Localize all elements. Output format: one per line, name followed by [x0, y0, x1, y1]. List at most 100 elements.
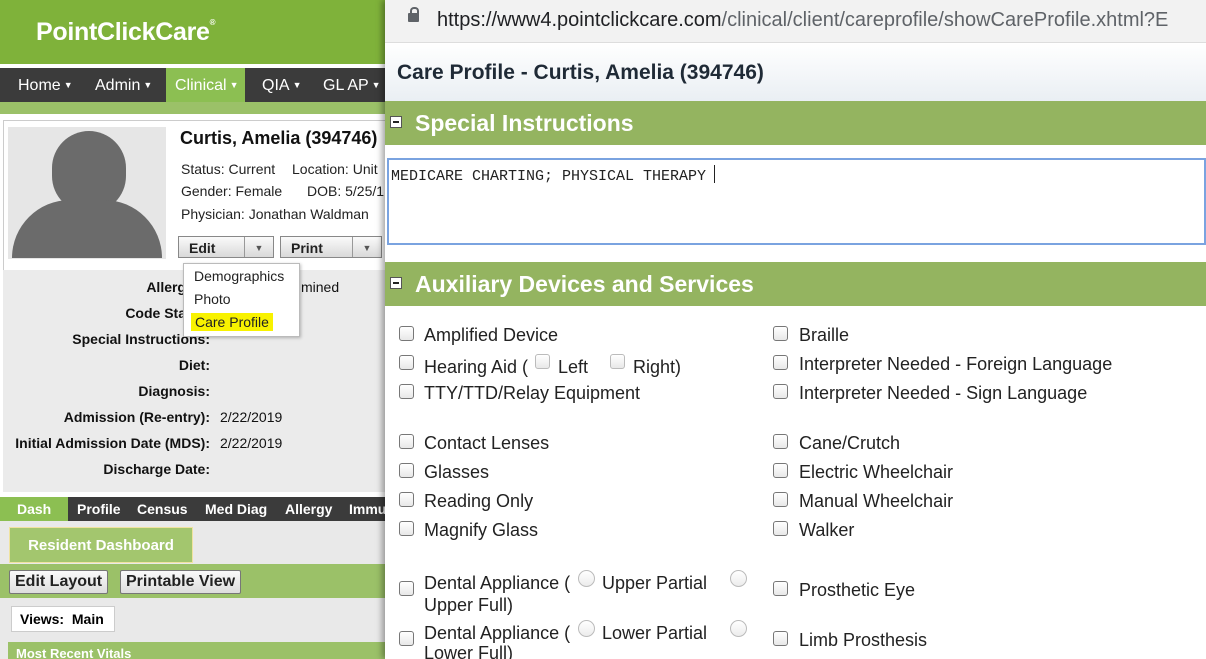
hearing-aid-label: Hearing Aid ( — [424, 357, 529, 377]
glasses-checkbox[interactable] — [399, 463, 414, 478]
tab-profile[interactable]: Profile — [77, 497, 121, 521]
braille-checkbox[interactable] — [773, 326, 788, 341]
reading-only-label: Reading Only — [424, 491, 534, 511]
chevron-down-icon[interactable]: ▼ — [352, 237, 381, 257]
contact-lenses-label: Contact Lenses — [424, 433, 550, 453]
hearing-right-label: Right) — [633, 357, 682, 377]
dental-lower-checkbox[interactable] — [399, 631, 414, 646]
auxiliary-devices-section: Auxiliary Devices and Services — [385, 262, 1206, 306]
patient-status: Status: Current — [181, 161, 276, 177]
chevron-down-icon: ▼ — [371, 80, 381, 90]
section-title: Special Instructions — [415, 110, 634, 136]
lower-partial-label: Lower Partial — [602, 623, 708, 643]
tty-label: TTY/TTD/Relay Equipment — [424, 383, 641, 403]
special-instructions-field[interactable]: MEDICARE CHARTING; PHYSICAL THERAPY — [387, 158, 1206, 245]
cane-crutch-label: Cane/Crutch — [799, 433, 901, 453]
brand-logo[interactable]: PointClickCare® — [36, 18, 216, 47]
upper-partial-radio[interactable] — [578, 570, 595, 587]
walker-label: Walker — [799, 520, 855, 540]
nav-home[interactable]: Home ▼ — [0, 68, 84, 102]
magnify-glass-label: Magnify Glass — [424, 520, 539, 540]
detail-label: Admission (Re-entry): — [63, 409, 210, 425]
url-text[interactable]: https://www4.pointclickcare.com/clinical… — [437, 9, 1168, 32]
cane-crutch-checkbox[interactable] — [773, 434, 788, 449]
detail-label: Discharge Date: — [103, 461, 210, 477]
address-bar[interactable]: https://www4.pointclickcare.com/clinical… — [385, 0, 1206, 43]
manual-wheelchair-checkbox[interactable] — [773, 492, 788, 507]
interpreter-sign-checkbox[interactable] — [773, 384, 788, 399]
edit-button[interactable]: Edit ▼ — [178, 236, 274, 258]
page-title: Care Profile - Curtis, Amelia (394746) — [397, 61, 764, 84]
detail-value: 2/22/2019 — [220, 409, 283, 425]
brand-header: PointClickCare® — [0, 0, 385, 64]
interpreter-sign-label: Interpreter Needed - Sign Language — [799, 383, 1088, 403]
walker-checkbox[interactable] — [773, 521, 788, 536]
tab-allergy[interactable]: Allergy — [285, 497, 332, 521]
tty-checkbox[interactable] — [399, 384, 414, 399]
lower-full-radio[interactable] — [730, 620, 747, 637]
patient-dob: DOB: 5/25/1 — [307, 183, 385, 199]
chevron-down-icon[interactable]: ▼ — [244, 237, 273, 257]
tab-immunization[interactable]: Immu — [349, 497, 385, 521]
detail-label: Initial Admission Date (MDS): — [15, 435, 210, 451]
hearing-left-checkbox[interactable] — [535, 354, 550, 369]
reading-only-checkbox[interactable] — [399, 492, 414, 507]
views-value: Main — [71, 611, 104, 627]
print-button[interactable]: Print ▼ — [280, 236, 382, 258]
nav-underline — [0, 102, 385, 114]
menu-item-photo[interactable]: Photo — [194, 291, 231, 307]
edit-dropdown-menu: Demographics Photo Care Profile — [183, 263, 300, 337]
chevron-down-icon: ▼ — [292, 80, 302, 90]
menu-item-demographics[interactable]: Demographics — [194, 268, 284, 284]
dental-upper-checkbox[interactable] — [399, 581, 414, 596]
electric-wheelchair-label: Electric Wheelchair — [799, 462, 954, 482]
collapse-icon[interactable] — [390, 277, 402, 289]
prosthetic-eye-label: Prosthetic Eye — [799, 580, 916, 600]
hearing-right-checkbox[interactable] — [610, 354, 625, 369]
collapse-icon[interactable] — [390, 116, 402, 128]
nav-admin[interactable]: Admin ▼ — [84, 68, 162, 102]
printable-view-button[interactable]: Printable View — [120, 570, 242, 594]
special-instructions-section: Special Instructions — [385, 101, 1206, 145]
patient-name: Curtis, Amelia (394746) — [180, 128, 378, 148]
glasses-label: Glasses — [424, 462, 490, 482]
amplified-device-label: Amplified Device — [424, 325, 559, 345]
menu-item-care-profile[interactable]: Care Profile — [191, 313, 273, 331]
interpreter-foreign-label: Interpreter Needed - Foreign Language — [799, 354, 1113, 374]
tab-census[interactable]: Census — [137, 497, 188, 521]
detail-label: Allerg — [146, 279, 186, 295]
limb-prosthesis-checkbox[interactable] — [773, 631, 788, 646]
tab-med-diag[interactable]: Med Diag — [205, 497, 267, 521]
upper-partial-label: Upper Partial — [602, 573, 708, 593]
nav-clinical[interactable]: Clinical ▼ — [166, 68, 245, 102]
nav-qia[interactable]: QIA ▼ — [250, 68, 312, 102]
vitals-header: Most Recent Vitals — [8, 642, 385, 659]
patient-physician: Physician: Jonathan Waldman — [181, 206, 369, 222]
main-nav: Home ▼ Admin ▼ Clinical ▼ QIA ▼ GL AP ▼ — [0, 68, 385, 102]
contact-lenses-checkbox[interactable] — [399, 434, 414, 449]
upper-full-radio[interactable] — [730, 570, 747, 587]
prosthetic-eye-checkbox[interactable] — [773, 581, 788, 596]
lower-partial-radio[interactable] — [578, 620, 595, 637]
magnify-glass-checkbox[interactable] — [399, 521, 414, 536]
interpreter-foreign-checkbox[interactable] — [773, 355, 788, 370]
tab-dash[interactable]: Dash — [0, 497, 68, 521]
care-profile-window: https://www4.pointclickcare.com/clinical… — [385, 0, 1206, 659]
views-selector[interactable]: Views: Main — [11, 606, 115, 632]
section-title: Auxiliary Devices and Services — [415, 271, 754, 297]
manual-wheelchair-label: Manual Wheelchair — [799, 491, 954, 511]
dental-upper-label: Dental Appliance ( — [424, 573, 571, 593]
patient-location: Location: Unit — [292, 161, 378, 177]
care-profile-header: Care Profile - Curtis, Amelia (394746) — [385, 43, 1206, 104]
lower-full-label: Lower Full) — [424, 643, 514, 659]
nav-gl-ap[interactable]: GL AP ▼ — [312, 68, 385, 102]
tab-resident-dashboard[interactable]: Resident Dashboard — [9, 527, 193, 563]
upper-full-label: Upper Full) — [424, 595, 514, 615]
amplified-device-checkbox[interactable] — [399, 326, 414, 341]
edit-layout-button[interactable]: Edit Layout — [9, 570, 109, 594]
detail-label: Code Sta — [125, 305, 186, 321]
hearing-aid-checkbox[interactable] — [399, 355, 414, 370]
electric-wheelchair-checkbox[interactable] — [773, 463, 788, 478]
chevron-down-icon: ▼ — [143, 80, 153, 90]
patient-gender: Gender: Female — [181, 183, 283, 199]
